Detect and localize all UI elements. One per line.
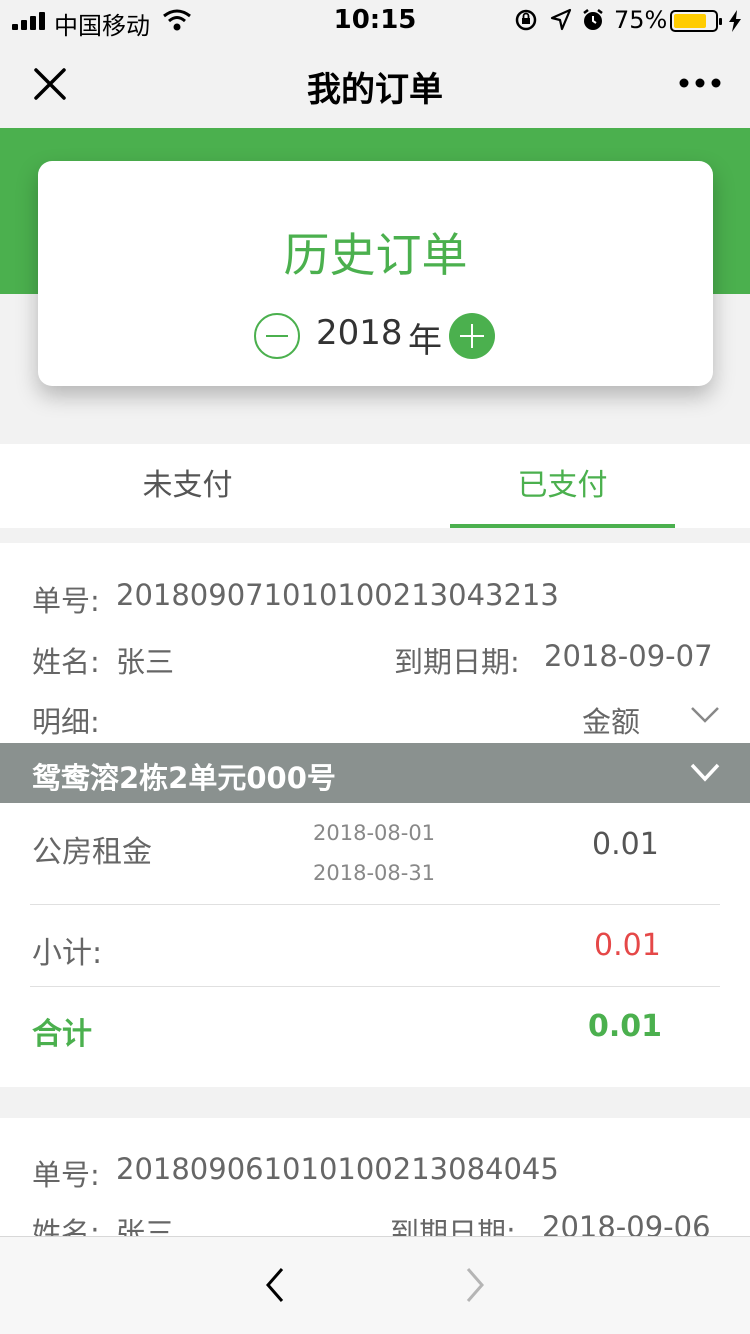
location-icon (550, 8, 572, 31)
more-icon[interactable] (676, 68, 724, 98)
status-bar: 中国移动 10:15 75% (0, 0, 750, 40)
tab-unpaid[interactable]: 未支付 (0, 444, 375, 528)
order-number: 201809071010100213043213 (116, 578, 559, 612)
total-label: 合计 (32, 1017, 92, 1052)
minus-circle-icon[interactable] (254, 313, 300, 359)
charging-icon (729, 10, 741, 32)
nav-bar: 我的订单 (0, 40, 750, 128)
address-header[interactable]: 鸳鸯溶2栋2单元000号 (0, 743, 750, 803)
order-card: 单号: 201809071010100213043213 姓名: 张三 到期日期… (0, 543, 750, 1087)
chevron-down-icon[interactable] (690, 705, 720, 725)
alarm-icon (583, 9, 603, 30)
payment-tabs: 未支付 已支付 (0, 444, 750, 528)
page-title: 我的订单 (307, 70, 443, 110)
due-date: 2018-09-07 (544, 639, 713, 673)
detail-label: 明细: (32, 705, 100, 739)
item-start-date: 2018-08-01 (313, 821, 436, 845)
chevron-down-icon[interactable] (690, 762, 720, 784)
order-number-label: 单号: (32, 584, 100, 618)
year-unit: 年 (408, 321, 442, 361)
plus-circle-icon[interactable] (449, 313, 495, 359)
address-label: 鸳鸯溶2栋2单元000号 (32, 761, 336, 795)
divider (30, 904, 720, 905)
browser-toolbar (0, 1236, 750, 1334)
tab-paid[interactable]: 已支付 (375, 444, 750, 528)
battery-percent: 75% (614, 6, 668, 34)
subtotal-value: 0.01 (594, 928, 661, 963)
due-date-label: 到期日期: (394, 645, 520, 679)
order-number-label: 单号: (32, 1158, 100, 1192)
order-number: 201809061010100213084045 (116, 1152, 559, 1186)
item-end-date: 2018-08-31 (313, 861, 436, 885)
name-label: 姓名: (32, 645, 100, 679)
lock-rotation-icon (515, 9, 537, 31)
customer-name: 张三 (116, 645, 175, 679)
year-selector-card: 历史订单 2018 年 (38, 161, 713, 386)
active-tab-indicator (450, 524, 675, 528)
battery-icon (670, 10, 722, 32)
back-icon[interactable] (258, 1265, 294, 1305)
card-title: 历史订单 (283, 228, 468, 282)
subtotal-label: 小计: (32, 936, 103, 971)
forward-icon[interactable] (456, 1265, 492, 1305)
total-value: 0.01 (588, 1009, 663, 1044)
item-name: 公房租金 (32, 835, 152, 870)
amount-label: 金额 (582, 705, 641, 739)
item-amount: 0.01 (592, 827, 659, 862)
year-value: 2018 (316, 313, 403, 353)
divider (30, 986, 720, 987)
